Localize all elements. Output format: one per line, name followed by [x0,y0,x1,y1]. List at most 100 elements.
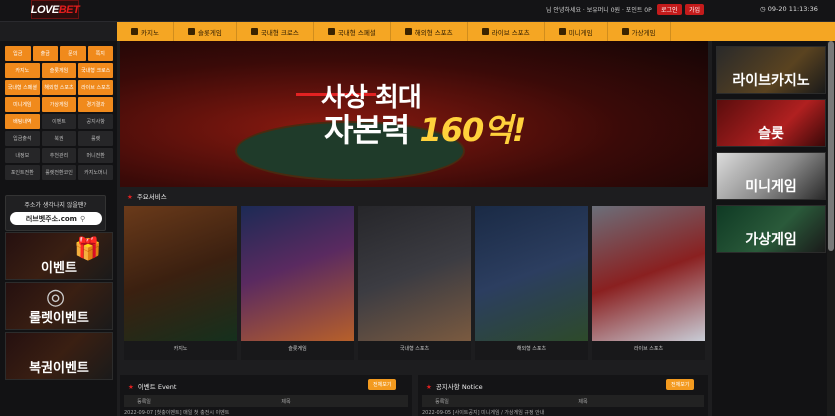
hero-banner[interactable]: 사상 최대 자본력 160억! [120,41,708,187]
service-label: 슬롯게임 [288,346,307,352]
nav-label: 해외형 스포츠 [414,28,453,37]
domain-address[interactable]: 러브벳주소.com ⚲ [9,212,102,225]
quick-menu: 입금 출금 문의 쪽지 카지노 슬롯게임 국내형 크로스 국내형 스페셜 해외형… [5,46,114,182]
event-banner[interactable]: 🎁 이벤트 [5,232,113,280]
service-card-overseas-sports[interactable]: 해외형 스포츠 [475,206,588,360]
slot-icon [187,28,195,35]
table-row[interactable]: 2022-09-05 [사이트공지] 미니게임 / 가상게임 규정 안내 [422,409,704,416]
nav-label: 카지노 [141,28,159,37]
event-banner-label: 이벤트 [41,261,77,276]
minigame-label: 미니게임 [745,179,797,195]
logo-accent: BET [58,3,80,16]
search-icon: ⚲ [79,214,86,223]
service-card-live-sports[interactable]: 라이브 스포츠 [592,206,705,360]
event-table-header: 등록일 제목 [124,395,408,407]
live-icon [481,28,489,35]
notice-board: ★ 공지사항 Notice 전체보기 등록일 제목 2022-09-05 [사이트공… [418,375,708,416]
menu-referral[interactable]: 추천관리 [41,148,77,163]
roulette-icon: ◎ [46,285,66,310]
domain-title: 주소가 생각나지 않을땐? [24,202,87,209]
menu-virtual[interactable]: 가상게임 [41,97,77,112]
menu-event[interactable]: 이벤트 [41,114,77,129]
roulette-event-banner[interactable]: ◎ 룰렛이벤트 [5,282,113,330]
site-logo[interactable]: LOVE BET [30,0,80,19]
col-date: 등록일 [435,398,449,405]
page-scrollbar[interactable] [827,41,835,416]
top-bar: LOVE BET 님 안녕하세요 · 보유머니 0원 · 포인트 0P 로그인 가… [0,0,835,22]
menu-my-info[interactable]: 내정보 [5,148,40,163]
service-card-slot[interactable]: 슬롯게임 [241,206,354,360]
nav-overseas-sports[interactable]: 해외형 스포츠 [391,22,468,41]
nav-label: 국내형 스페셜 [337,28,376,37]
menu-domestic-special[interactable]: 국내형 스페셜 [5,80,40,95]
sports-icon [250,28,258,35]
clock-icon: ◷ [760,5,768,13]
nav-live-sports[interactable]: 라이브 스포츠 [468,22,545,41]
star-icon: ★ [127,193,133,201]
deposit-button[interactable]: 입금 [5,46,31,61]
menu-slot[interactable]: 슬롯게임 [41,63,77,78]
nav-label: 슬롯게임 [197,28,222,37]
menu-results[interactable]: 경기결과 [78,97,114,112]
gift-icon: 🎁 [74,237,102,262]
service-card-casino[interactable]: 카지노 [124,206,237,360]
table-row[interactable]: 2022-09-07 [첫충이벤트] 매일 첫 충전시 이벤트 [124,409,408,416]
sports-icon [327,28,335,35]
lottery-banner-label: 복권이벤트 [29,361,89,376]
menu-point-convert[interactable]: 포인트전환 [5,165,40,180]
join-button[interactable]: 가입 [685,4,705,15]
services-heading: ★ 주요서비스 [127,191,167,201]
casino-icon [131,28,138,35]
service-card-domestic-sports[interactable]: 국내형 스포츠 [358,206,471,360]
menu-roulette[interactable]: 룰렛 [78,131,114,146]
menu-roulette-coin[interactable]: 룰렛전환코인 [41,165,77,180]
menu-lottery[interactable]: 북권 [41,131,77,146]
minigame-banner[interactable]: 미니게임 [716,152,826,200]
nav-casino[interactable]: 카지노 [117,22,174,41]
menu-domestic-cross[interactable]: 국내형 크로스 [78,63,114,78]
menu-money-convert[interactable]: 머니전환 [78,148,114,163]
notice-title-text: 공지사항 Notice [435,383,483,391]
menu-overseas-sports[interactable]: 해외형 스포츠 [41,80,77,95]
nav-slot[interactable]: 슬롯게임 [174,22,237,41]
hockey-image [592,206,705,341]
star-icon: ★ [128,383,134,391]
minigame-icon [558,28,566,35]
menu-casino[interactable]: 카지노 [5,63,40,78]
service-label: 국내형 스포츠 [399,346,430,352]
right-sidebar: 라이브카지노 슬롯 미니게임 가상게임 [712,41,835,416]
withdraw-button[interactable]: 출금 [32,46,58,61]
lottery-event-banner[interactable]: 복권이벤트 [5,332,113,380]
event-title-text: 이벤트 Event [137,383,177,391]
menu-attendance[interactable]: 입금출석 [5,131,40,146]
scrollbar-thumb[interactable] [828,41,834,251]
slot-label: 슬롯 [758,126,784,142]
nav-minigame[interactable]: 미니게임 [545,22,608,41]
menu-casino-money[interactable]: 카지노머니 [78,165,114,180]
notice-more-button[interactable]: 전체보기 [666,379,695,390]
message-button[interactable]: 쪽지 [87,46,113,61]
virtual-game-banner[interactable]: 가상게임 [716,205,826,253]
clock-text: 09-20 11:13:36 [767,5,818,13]
login-button[interactable]: 로그인 [657,4,682,15]
virtual-game-label: 가상게임 [745,232,797,248]
nav-label: 국내형 크로스 [260,28,299,37]
nav-label: 라이브 스포츠 [491,28,530,37]
nav-domestic-special[interactable]: 국내형 스페셜 [314,22,391,41]
menu-live-sports[interactable]: 라이브 스포츠 [78,80,114,95]
event-more-button[interactable]: 전체보기 [368,379,397,390]
menu-notice[interactable]: 공지사항 [78,114,114,129]
casino-image [124,206,237,341]
live-casino-banner[interactable]: 라이브카지노 [716,46,826,94]
inquiry-button[interactable]: 문의 [60,46,86,61]
slot-banner[interactable]: 슬롯 [716,99,826,147]
menu-minigame[interactable]: 미니게임 [5,97,40,112]
live-casino-label: 라이브카지노 [732,73,810,89]
star-icon: ★ [426,383,432,391]
notice-board-title: ★ 공지사항 Notice [426,381,483,391]
logo-text: LOVE [30,3,59,16]
service-label: 카지노 [173,346,188,352]
nav-virtual[interactable]: 가상게임 [608,22,671,41]
nav-domestic-cross[interactable]: 국내형 크로스 [237,22,314,41]
menu-bet-history[interactable]: 배팅내역 [5,114,40,129]
